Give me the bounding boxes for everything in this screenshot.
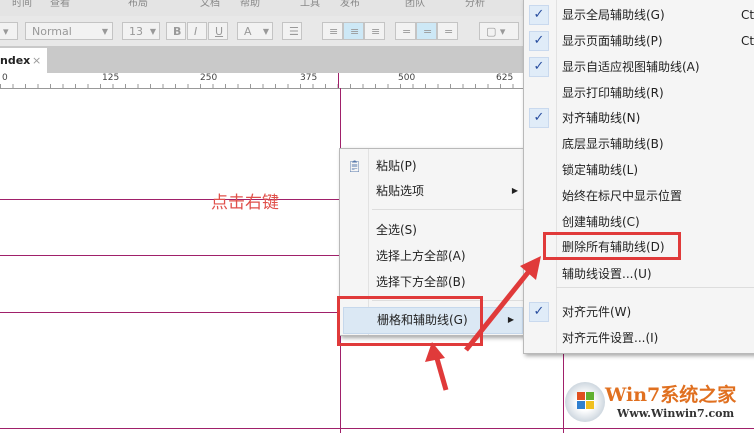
watermark-brand: Win7系统之家: [605, 384, 737, 406]
annotation-arrows: [425, 256, 541, 391]
watermark-logo: Win7系统之家 Www.Winwin7.com: [555, 380, 754, 430]
watermark-url: Www.Winwin7.com: [617, 407, 735, 420]
arrow-icon: [425, 342, 449, 391]
arrow-icon: [464, 256, 541, 352]
